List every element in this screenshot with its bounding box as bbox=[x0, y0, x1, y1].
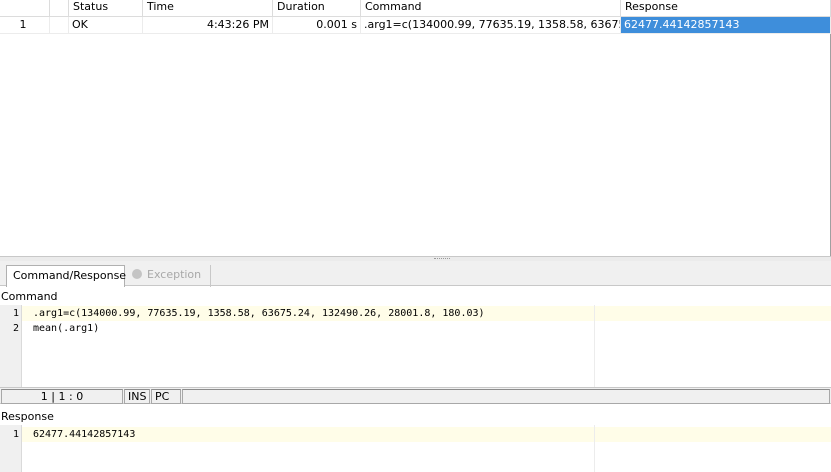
code-line[interactable]: .arg1=c(134000.99, 77635.19, 1358.58, 63… bbox=[33, 307, 485, 321]
splitter-grip-icon[interactable] bbox=[434, 258, 450, 260]
column-header-duration[interactable]: Duration bbox=[273, 0, 361, 17]
row-marker bbox=[50, 17, 69, 34]
line-number: 1 bbox=[12, 429, 19, 440]
row-number: 1 bbox=[0, 17, 50, 34]
current-line-highlight bbox=[22, 427, 831, 442]
insert-mode-indicator[interactable]: INS bbox=[124, 389, 150, 404]
line-ending-indicator[interactable]: PC bbox=[151, 389, 181, 404]
column-header-status[interactable]: Status bbox=[69, 0, 143, 17]
right-margin-line bbox=[594, 425, 595, 472]
time-cell: 4:43:26 PM bbox=[143, 17, 273, 34]
tab-command-response[interactable]: Command/Response bbox=[6, 265, 126, 287]
cursor-position: 1 | 1 : 0 bbox=[1, 389, 123, 404]
response-editor[interactable]: 1 62477.44142857143 bbox=[0, 425, 831, 472]
command-cell: .arg1=c(134000.99, 77635.19, 1358.58, 63… bbox=[361, 17, 621, 34]
marker-column-header[interactable] bbox=[50, 0, 69, 17]
command-log-table[interactable]: Status Time Duration Command Response 1 … bbox=[0, 0, 831, 257]
line-number: 1 bbox=[12, 308, 19, 319]
tab-bar: Command/Response Exception bbox=[0, 261, 831, 287]
command-editor[interactable]: 1 2 .arg1=c(134000.99, 77635.19, 1358.58… bbox=[0, 305, 831, 387]
row-number-header[interactable] bbox=[0, 0, 50, 17]
tab-exception-label: Exception bbox=[147, 268, 202, 281]
code-line[interactable]: 62477.44142857143 bbox=[33, 428, 135, 442]
response-section-label: Response bbox=[1, 410, 54, 423]
tab-exception[interactable]: Exception bbox=[126, 265, 211, 287]
status-message-panel bbox=[182, 389, 830, 404]
column-header-response[interactable]: Response bbox=[621, 0, 831, 17]
column-header-time[interactable]: Time bbox=[143, 0, 273, 17]
status-cell: OK bbox=[69, 17, 143, 34]
response-cell[interactable]: 62477.44142857143 bbox=[621, 17, 831, 34]
right-margin-line bbox=[594, 305, 595, 387]
exception-status-icon bbox=[132, 269, 142, 279]
column-header-command[interactable]: Command bbox=[361, 0, 621, 17]
line-number: 2 bbox=[12, 323, 19, 334]
duration-cell: 0.001 s bbox=[273, 17, 361, 34]
editor-status-bar: 1 | 1 : 0 INS PC bbox=[0, 387, 831, 404]
code-line[interactable]: mean(.arg1) bbox=[33, 322, 99, 336]
command-section-label: Command bbox=[1, 290, 58, 303]
